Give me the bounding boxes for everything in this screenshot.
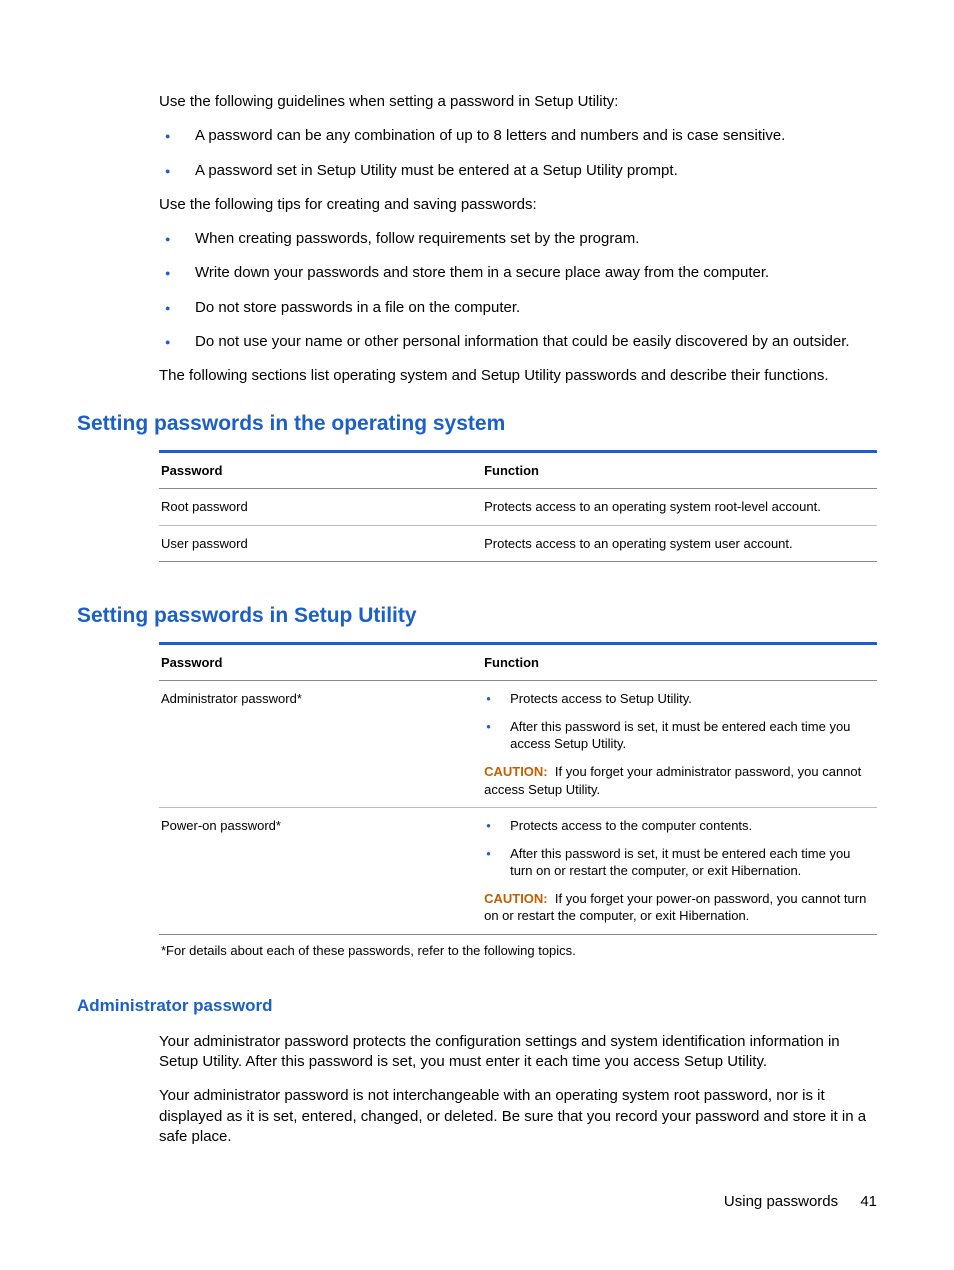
admin-paragraph-2: Your administrator password is not inter… — [159, 1086, 877, 1147]
table-row: Administrator password* Protects access … — [159, 681, 877, 808]
cell-function: Protects access to an operating system u… — [482, 525, 877, 562]
table-header-function: Function — [482, 644, 877, 681]
cell-function: Protects access to Setup Utility. After … — [482, 681, 877, 808]
intro-paragraph: Use the following guidelines when settin… — [159, 92, 877, 112]
guidelines-list: A password can be any combination of up … — [159, 126, 877, 181]
page-footer: Using passwords 41 — [724, 1193, 877, 1210]
list-item: When creating passwords, follow requirem… — [159, 229, 877, 249]
tips-paragraph: Use the following tips for creating and … — [159, 195, 877, 215]
list-item: Do not store passwords in a file on the … — [159, 298, 877, 318]
table-footnote: *For details about each of these passwor… — [159, 935, 877, 962]
caution-block: CAUTION: If you forget your power-on pas… — [484, 890, 869, 925]
footer-section-title: Using passwords — [724, 1193, 838, 1210]
os-passwords-table: Password Function Root password Protects… — [159, 450, 877, 562]
list-item: Protects access to Setup Utility. — [484, 690, 869, 708]
list-item: After this password is set, it must be e… — [484, 845, 869, 880]
cell-password: Administrator password* — [159, 681, 482, 808]
list-item: Do not use your name or other personal i… — [159, 332, 877, 352]
caution-label: CAUTION: — [484, 891, 548, 906]
tips-list: When creating passwords, follow requirem… — [159, 229, 877, 352]
cell-function: Protects access to the computer contents… — [482, 808, 877, 935]
transition-paragraph: The following sections list operating sy… — [159, 366, 877, 386]
caution-label: CAUTION: — [484, 764, 548, 779]
cell-password: User password — [159, 525, 482, 562]
setup-utility-passwords-table: Password Function Administrator password… — [159, 642, 877, 961]
admin-paragraph-1: Your administrator password protects the… — [159, 1032, 877, 1073]
setup-utility-passwords-heading: Setting passwords in Setup Utility — [77, 604, 877, 628]
function-bullets: Protects access to Setup Utility. After … — [484, 690, 869, 753]
cell-password: Power-on password* — [159, 808, 482, 935]
administrator-password-heading: Administrator password — [77, 996, 877, 1016]
list-item: Protects access to the computer contents… — [484, 817, 869, 835]
table-row: Power-on password* Protects access to th… — [159, 808, 877, 935]
os-passwords-heading: Setting passwords in the operating syste… — [77, 412, 877, 436]
table-header-password: Password — [159, 452, 482, 489]
table-row: Root password Protects access to an oper… — [159, 489, 877, 526]
cell-password: Root password — [159, 489, 482, 526]
list-item: A password set in Setup Utility must be … — [159, 161, 877, 181]
list-item: Write down your passwords and store them… — [159, 263, 877, 283]
table-row: User password Protects access to an oper… — [159, 525, 877, 562]
caution-block: CAUTION: If you forget your administrato… — [484, 763, 869, 798]
function-bullets: Protects access to the computer contents… — [484, 817, 869, 880]
table-header-password: Password — [159, 644, 482, 681]
document-page: Use the following guidelines when settin… — [0, 0, 954, 1147]
cell-function: Protects access to an operating system r… — [482, 489, 877, 526]
table-header-function: Function — [482, 452, 877, 489]
list-item: A password can be any combination of up … — [159, 126, 877, 146]
list-item: After this password is set, it must be e… — [484, 718, 869, 753]
page-number: 41 — [860, 1193, 877, 1210]
